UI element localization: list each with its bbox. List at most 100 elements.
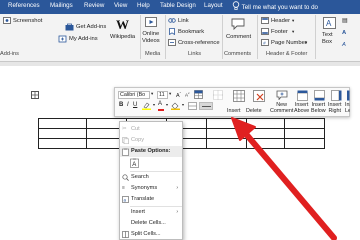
menu-item-label: Delete Cells... [131, 220, 166, 226]
table-cell[interactable] [38, 128, 87, 139]
page-number-button[interactable]: Page Number [271, 40, 307, 46]
insert-above-icon[interactable] [297, 90, 308, 101]
my-addins-button[interactable]: My Add-ins [69, 36, 98, 42]
screenshot-icon [3, 17, 11, 24]
chevron-down-icon[interactable]: ▾ [151, 91, 153, 97]
tell-me-text: Tell me what you want to do [241, 4, 318, 11]
table-cell[interactable] [206, 128, 247, 139]
table-cell[interactable] [206, 118, 247, 129]
line-style-box[interactable] [199, 102, 213, 110]
menu-item-label: Insert [131, 209, 145, 215]
tell-me-search[interactable]: Tell me what you want to do [232, 1, 318, 11]
group-label-links: Links [188, 51, 202, 57]
clipboard-icon [122, 148, 129, 156]
font-color-icon[interactable]: A [158, 101, 162, 107]
page-number-icon: # [261, 39, 269, 46]
more-text-tools-icon: ▤ [342, 18, 348, 24]
menu-item-search[interactable]: Search [120, 172, 182, 183]
insert-left-button[interactable]: Insert Left [345, 102, 350, 114]
menu-item-translate[interactable]: a Translate [120, 194, 182, 205]
tab-help[interactable]: Help [137, 2, 150, 9]
insert-below-button[interactable]: Insert Below [311, 102, 326, 114]
comment-button[interactable]: Comment [226, 34, 251, 40]
wikipedia-icon: W [116, 17, 129, 32]
table-cell[interactable] [246, 138, 285, 149]
menu-item-paste-options[interactable]: Paste Options: [120, 146, 182, 157]
chevron-down-icon[interactable]: ▾ [169, 91, 171, 97]
copy-icon [122, 137, 129, 144]
online-videos-button[interactable]: Online Videos [142, 31, 160, 45]
highlight-icon[interactable] [142, 102, 151, 110]
paste-option-keep-text[interactable]: A [120, 157, 182, 169]
menu-item-copy[interactable]: Copy [120, 135, 182, 146]
insert-below-icon[interactable] [314, 90, 325, 101]
cross-reference-icon [168, 39, 176, 46]
insert-button[interactable]: Insert [227, 108, 240, 114]
bold-icon[interactable]: B [119, 102, 123, 108]
menu-item-label: Translate [131, 196, 155, 202]
delete-table-icon[interactable] [253, 90, 265, 102]
link-button[interactable]: Link [178, 18, 189, 24]
tab-view[interactable]: View [114, 2, 127, 9]
footer-button[interactable]: Footer [271, 29, 288, 35]
menu-item-synonyms[interactable]: ≡ Synonyms › [120, 183, 182, 194]
new-comment-icon[interactable] [276, 90, 288, 100]
wikipedia-button[interactable]: Wikipedia [110, 34, 135, 40]
underline-icon[interactable]: U [133, 102, 137, 108]
shrink-font-icon[interactable]: Av [185, 91, 190, 98]
bookmark-button[interactable]: Bookmark [178, 29, 204, 35]
footer-icon [261, 28, 269, 35]
chevron-down-icon[interactable]: ▾ [153, 102, 155, 107]
font-name-box[interactable]: Calibri (Bo [118, 91, 150, 99]
store-icon [65, 23, 74, 31]
menu-item-delete-cells[interactable]: Delete Cells... [120, 218, 182, 229]
table-cell[interactable] [38, 138, 87, 149]
text-box-icon: A [323, 17, 336, 29]
link-icon [168, 18, 176, 23]
tab-table-design[interactable]: Table Design [160, 2, 196, 9]
header-button[interactable]: Header [271, 18, 290, 24]
chevron-down-icon[interactable]: ▾ [166, 102, 168, 107]
font-size-box[interactable]: 11 [157, 91, 168, 99]
delete-button[interactable]: Delete [246, 108, 262, 114]
tab-references[interactable]: References [8, 2, 40, 9]
insert-right-icon[interactable] [331, 90, 342, 101]
submenu-arrow-icon: › [176, 185, 178, 191]
lightbulb-icon [232, 1, 240, 10]
grow-font-icon[interactable]: A^ [176, 91, 181, 99]
menu-item-split-cells[interactable]: Split Cells... [120, 229, 182, 240]
table-cell[interactable] [284, 118, 325, 129]
borders-icon[interactable] [213, 90, 223, 100]
get-addins-button[interactable]: Get Add-ins [76, 24, 106, 30]
menu-item-label: Search [131, 174, 149, 180]
new-comment-button[interactable]: New Comment [270, 102, 293, 114]
line-sample [202, 106, 211, 107]
context-menu: ✂ Cut Copy Paste Options: A Search ≡ Syn… [119, 121, 183, 240]
tab-layout[interactable]: Layout [204, 2, 223, 9]
menu-item-cut[interactable]: ✂ Cut [120, 124, 182, 135]
table-cell[interactable] [246, 118, 285, 129]
text-box-button[interactable]: Text Box [322, 32, 333, 46]
insert-above-button[interactable]: Insert Above [294, 102, 309, 114]
font-size-value: 11 [159, 92, 165, 98]
chevron-down-icon[interactable]: ▾ [182, 102, 184, 107]
split-cells-icon [122, 231, 129, 238]
tab-review[interactable]: Review [84, 2, 104, 9]
table-styles-icon[interactable] [194, 90, 203, 99]
insert-right-button[interactable]: Insert Right [328, 102, 341, 114]
table-cell[interactable] [38, 118, 87, 129]
menu-item-insert[interactable]: Insert › [120, 207, 182, 218]
table-cell[interactable] [284, 138, 325, 149]
insert-left-icon[interactable] [347, 90, 350, 101]
table-cell[interactable] [246, 128, 285, 139]
insert-table-icon[interactable] [233, 90, 245, 102]
screenshot-button[interactable]: Screenshot [13, 18, 42, 24]
table-move-handle[interactable] [31, 91, 39, 99]
tab-mailings[interactable]: Mailings [50, 2, 73, 9]
borders-dropdown-icon[interactable] [188, 102, 197, 110]
shading-icon[interactable] [171, 102, 180, 110]
table-cell[interactable] [206, 138, 247, 149]
table-cell[interactable] [284, 128, 325, 139]
cross-reference-button[interactable]: Cross-reference [178, 40, 220, 46]
italic-icon[interactable]: I [127, 102, 129, 108]
